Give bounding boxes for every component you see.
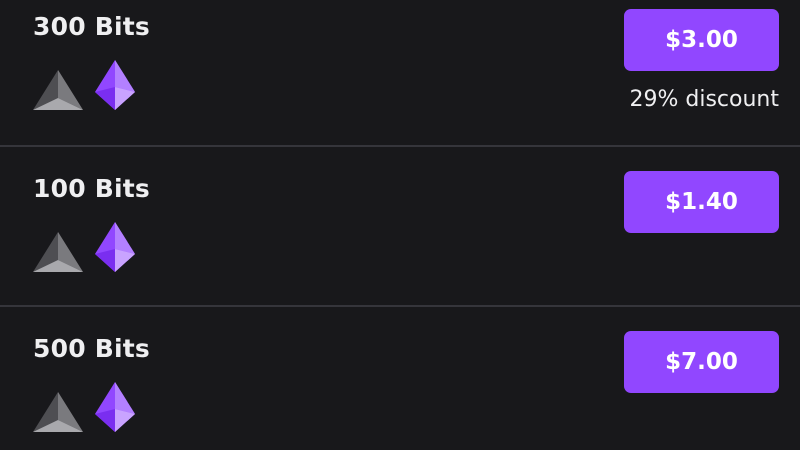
bits-gem-icons — [33, 382, 143, 432]
bits-gem-icons — [33, 222, 143, 272]
bits-amount-label: 300 Bits — [33, 12, 150, 41]
bits-offer-row: 100 Bits $1.40 — [0, 147, 800, 307]
buy-bits-button[interactable]: $3.00 — [624, 9, 779, 71]
gray-bit-gem-icon — [33, 232, 83, 272]
bits-offer-row: 300 Bits $3.00 29% discount — [0, 0, 800, 145]
gray-bit-gem-icon — [33, 392, 83, 432]
purple-bit-gem-icon — [95, 382, 135, 432]
buy-bits-button[interactable]: $7.00 — [624, 331, 779, 393]
purple-bit-gem-icon — [95, 222, 135, 272]
gray-bit-gem-icon — [33, 70, 83, 110]
discount-label: 29% discount — [629, 87, 780, 112]
bits-offer-row: 500 Bits $7.00 — [0, 307, 800, 450]
bits-gem-icons — [33, 60, 143, 110]
bits-amount-label: 100 Bits — [33, 174, 150, 203]
bits-offer-list: 300 Bits $3.00 29% discount 100 Bits $1.… — [0, 0, 800, 450]
buy-bits-button[interactable]: $1.40 — [624, 171, 779, 233]
bits-amount-label: 500 Bits — [33, 334, 150, 363]
purple-bit-gem-icon — [95, 60, 135, 110]
